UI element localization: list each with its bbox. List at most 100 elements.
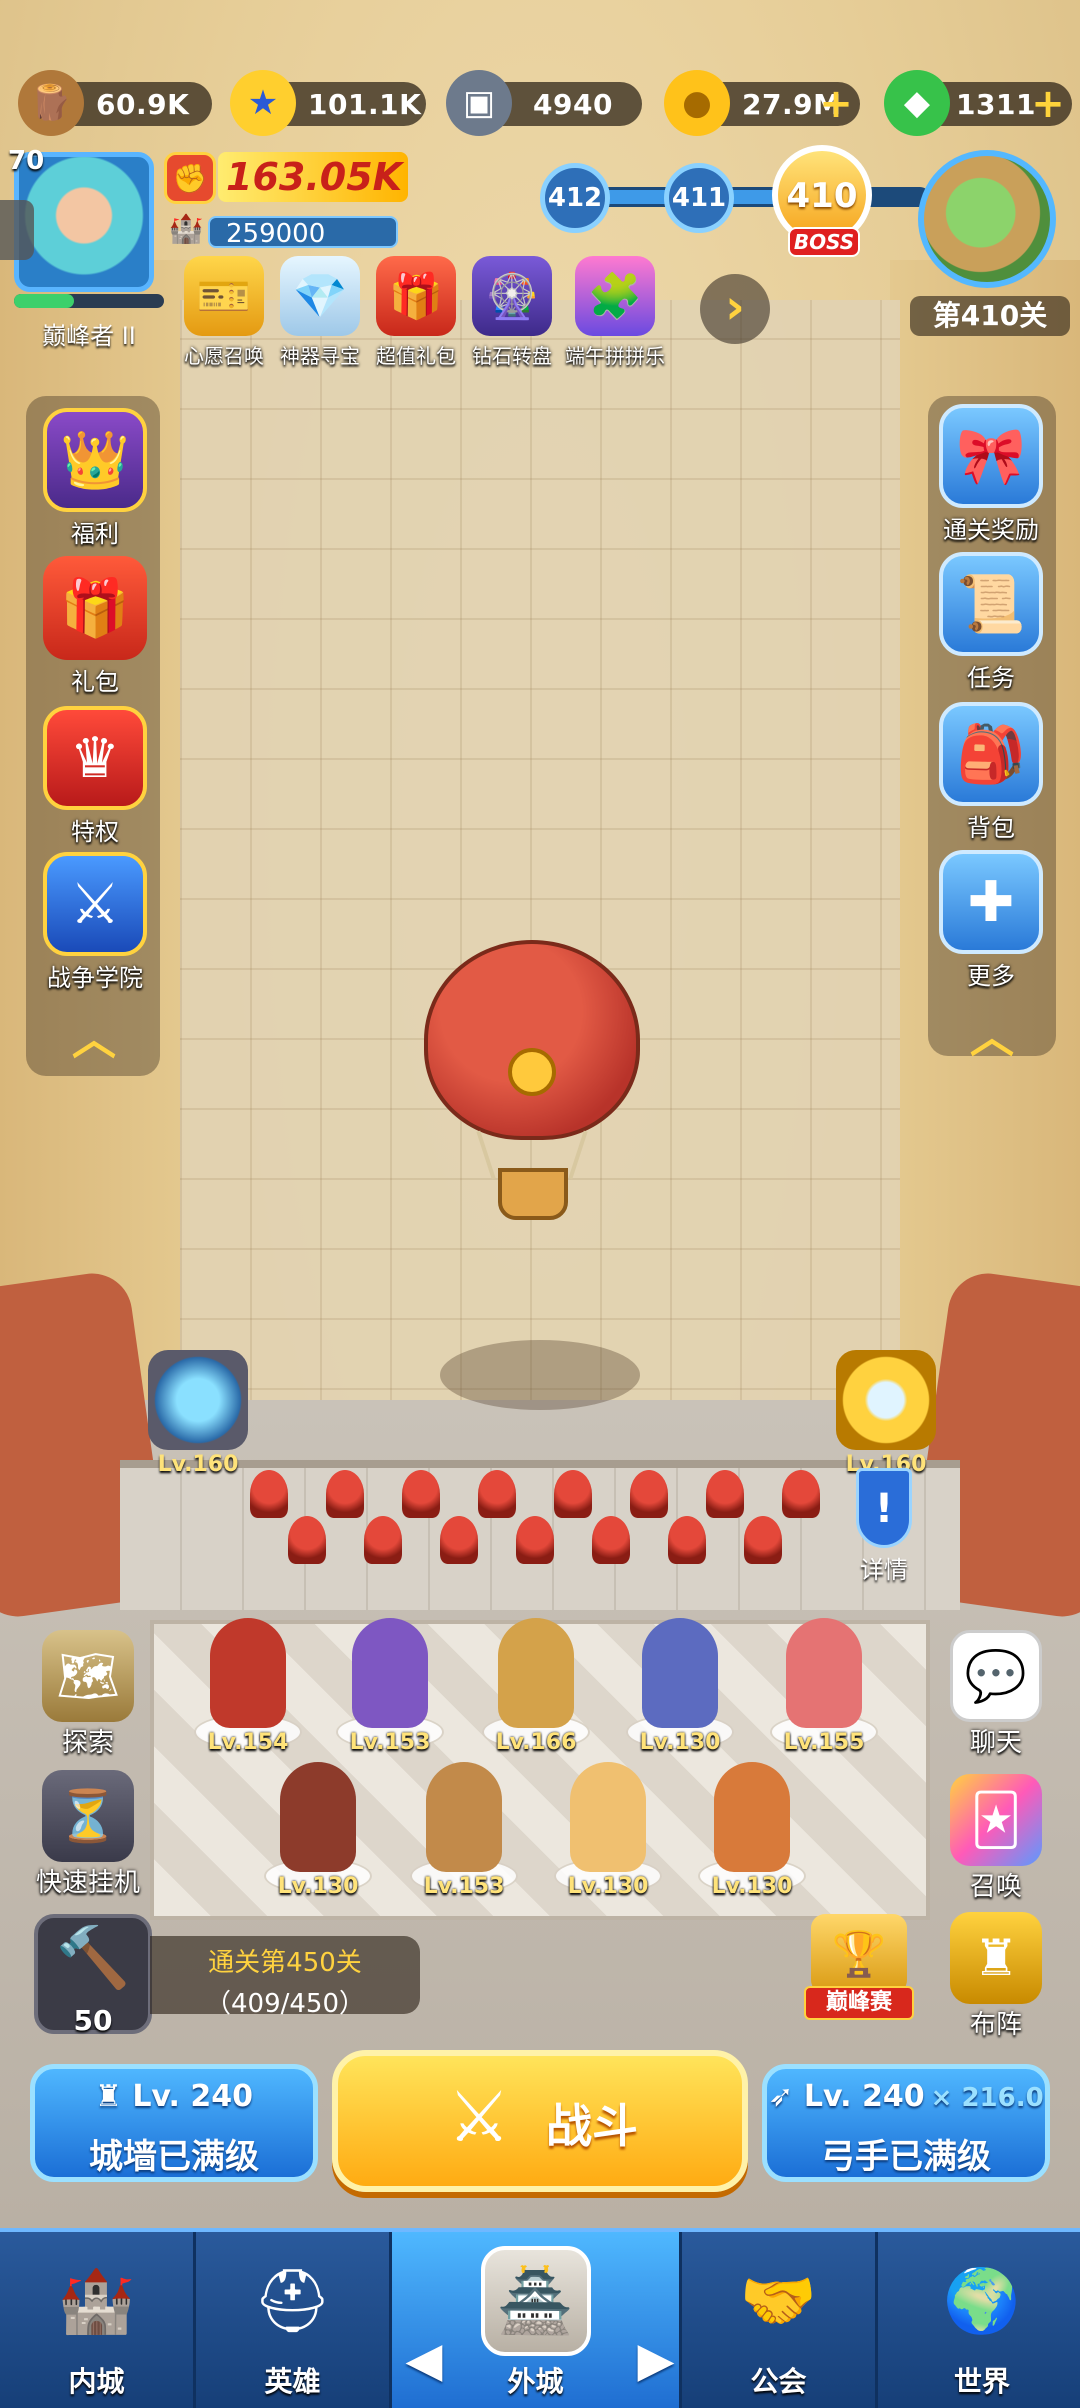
event-puzzle[interactable]: 🧩 端午拼拼乐 — [560, 256, 670, 369]
tab-inner-city[interactable]: 🏰 内城 — [0, 2232, 196, 2408]
event-wish-summon[interactable]: 🎫 心愿召唤 — [176, 256, 272, 369]
hero-figure — [426, 1762, 502, 1872]
world-globe-icon: 🌍 — [943, 2264, 1021, 2337]
tower-right[interactable]: Lv.160 — [816, 1330, 956, 1480]
bow-icon: ➶ — [768, 2079, 804, 2114]
stage-node-412[interactable]: 412 — [540, 163, 610, 233]
castle-tower-icon: ♜ — [94, 2079, 133, 2114]
menu-more[interactable]: ✚ 更多 — [926, 850, 1056, 991]
quick-idle-button[interactable]: ⏳ 快速挂机 — [28, 1770, 148, 1899]
stage-clear-progress[interactable]: 通关第450关 （409/450） — [150, 1936, 420, 2019]
resource-medal-value: 101.1K — [308, 88, 422, 121]
menu-privilege-label: 特权 — [71, 818, 119, 846]
menu-backpack[interactable]: 🎒 背包 — [926, 702, 1056, 843]
world-map-globe-icon[interactable] — [918, 150, 1056, 288]
stage-node-411[interactable]: 411 — [664, 163, 734, 233]
star-medal-icon: ★ — [230, 70, 296, 136]
archer-unit — [554, 1470, 592, 1518]
inner-castle-icon: 🏰 — [57, 2264, 136, 2337]
event-label: 超值礼包 — [376, 344, 456, 368]
menu-war-academy-label: 战争学院 — [47, 964, 143, 992]
resource-wood-value: 60.9K — [96, 88, 190, 121]
hero-level: Lv.130 — [567, 1874, 649, 1899]
fight-button[interactable]: ⚔ 战斗 — [332, 2050, 748, 2192]
golden-crystal-tower-icon — [836, 1350, 936, 1450]
backpack-icon: 🎒 — [939, 702, 1043, 806]
tab-world[interactable]: 🌍 世界 — [884, 2232, 1080, 2408]
resource-gem[interactable]: ◆ 1311 + — [884, 70, 1072, 136]
menu-welfare-label: 福利 — [71, 520, 119, 548]
archer-upgrade-button[interactable]: ➶ Lv. 240 × 216.0 弓手已满级 — [762, 2064, 1050, 2182]
archer-unit — [668, 1516, 706, 1564]
green-gem-icon: ◆ — [884, 70, 950, 136]
wall-upgrade-button[interactable]: ♜ Lv. 240 城墙已满级 — [30, 2064, 318, 2182]
hero-slot[interactable]: Lv.155 — [764, 1618, 884, 1768]
player-level: 70 — [8, 146, 45, 176]
resource-iron[interactable]: ▣ 4940 — [446, 70, 642, 136]
castle-power: 🏰 259000 — [166, 212, 398, 250]
event-label: 心愿召唤 — [184, 344, 264, 368]
resource-medal[interactable]: ★ 101.1K — [230, 70, 426, 136]
hot-air-balloon[interactable] — [424, 940, 640, 1240]
tab-heroes[interactable]: ⛑ 英雄 — [196, 2232, 392, 2408]
menu-welfare[interactable]: 👑 福利 — [30, 408, 160, 549]
gift-box-icon: 🎁 — [43, 556, 147, 660]
menu-tasks[interactable]: 📜 任务 — [926, 552, 1056, 693]
detail-button[interactable]: ! 详情 — [852, 1468, 916, 1585]
events-expand-button[interactable]: › — [700, 274, 770, 344]
forge-button[interactable]: 🔨 50 — [34, 1914, 152, 2037]
artifact-crystal-icon: 💎 — [280, 256, 360, 336]
magic-orb-tower-icon — [148, 1350, 248, 1450]
hero-figure — [642, 1618, 718, 1728]
nav-next-arrow-icon[interactable]: ▶ — [636, 2330, 676, 2390]
chat-button[interactable]: 💬 聊天 — [936, 1630, 1056, 1759]
hero-slot[interactable]: Lv.130 — [258, 1762, 378, 1912]
peak-arena-button[interactable]: 🏆 巅峰赛 — [800, 1914, 918, 2026]
menu-clear-reward[interactable]: 🎀 通关奖励 — [926, 404, 1056, 545]
hero-figure — [352, 1618, 428, 1728]
archer-unit — [744, 1516, 782, 1564]
resource-wood[interactable]: 🪵 60.9K — [18, 70, 212, 136]
menu-privilege[interactable]: ♛ 特权 — [30, 706, 160, 847]
peak-arena-label: 巅峰赛 — [804, 1986, 914, 2020]
tab-guild[interactable]: 🤝 公会 — [682, 2232, 878, 2408]
event-value-pack[interactable]: 🎁 超值礼包 — [368, 256, 464, 369]
wood-log-icon: 🪵 — [18, 70, 84, 136]
tower-left[interactable]: Lv.160 — [128, 1330, 268, 1480]
menu-tasks-label: 任务 — [967, 664, 1015, 692]
hero-slot[interactable]: Lv.130 — [548, 1762, 668, 1912]
menu-gift[interactable]: 🎁 礼包 — [30, 556, 160, 697]
nav-prev-arrow-icon[interactable]: ◀ — [404, 2330, 444, 2390]
hero-slot[interactable]: Lv.166 — [476, 1618, 596, 1768]
trophy-icon: 🏆 — [811, 1914, 907, 1994]
hero-slot[interactable]: Lv.153 — [404, 1762, 524, 1912]
hero-slot[interactable]: Lv.153 — [330, 1618, 450, 1768]
hero-slot[interactable]: Lv.130 — [692, 1762, 812, 1912]
event-diamond-wheel[interactable]: 🎡 钻石转盘 — [464, 256, 560, 369]
event-artifact-treasure[interactable]: 💎 神器寻宝 — [272, 256, 368, 369]
gold-add-button[interactable]: + — [816, 82, 856, 126]
explore-button[interactable]: 🗺 探索 — [28, 1630, 148, 1759]
formation-button[interactable]: ♜ 布阵 — [936, 1912, 1056, 2041]
chat-label: 聊天 — [969, 1728, 1022, 1758]
balloon-shadow — [440, 1340, 640, 1410]
summon-button[interactable]: 🃏 召唤 — [936, 1774, 1056, 1903]
archer-unit — [364, 1516, 402, 1564]
hero-slot[interactable]: Lv.154 — [188, 1618, 308, 1768]
archer-unit — [288, 1516, 326, 1564]
player-card[interactable]: 70 巅峰者 II — [8, 146, 164, 352]
hero-figure — [280, 1762, 356, 1872]
crown-shield-icon: 👑 — [43, 408, 147, 512]
hero-slot[interactable]: Lv.130 — [620, 1618, 740, 1768]
archer-unit — [326, 1470, 364, 1518]
menu-war-academy[interactable]: ⚔ 战争学院 — [30, 852, 160, 993]
hero-level: Lv.166 — [495, 1730, 577, 1755]
left-menu-collapse-icon[interactable]: ︿ — [64, 1018, 124, 1062]
tab-label: 公会 — [750, 2365, 807, 2398]
resource-gem-value: 1311 — [956, 88, 1036, 121]
resource-gold[interactable]: ● 27.9M + — [664, 70, 860, 136]
rank-progress-bar — [14, 294, 164, 308]
side-drawer-handle[interactable] — [0, 200, 34, 260]
gem-add-button[interactable]: + — [1028, 82, 1068, 126]
right-menu-collapse-icon[interactable]: ︿ — [962, 1016, 1022, 1060]
